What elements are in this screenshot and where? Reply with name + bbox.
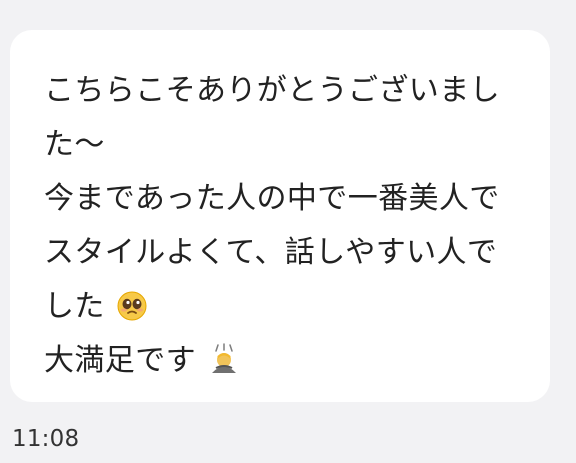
message-line-1: こちらこそありがとうございまし: [44, 73, 500, 108]
message-line-2: た〜: [44, 127, 105, 162]
message-line-3: 今まであった人の中で一番美人で: [44, 181, 500, 216]
message-line-5: した: [44, 289, 105, 324]
message-line-5-wrapper: した: [44, 280, 524, 334]
pleading-face-icon: [116, 286, 148, 340]
message-timestamp: 11:08: [12, 426, 80, 452]
chat-screen: こちらこそありがとうございまし た〜 今まであった人の中で一番美人で スタイルよ…: [0, 0, 576, 463]
message-line-6: 大満足です: [44, 343, 196, 378]
message-text: こちらこそありがとうございまし た〜 今まであった人の中で一番美人で スタイルよ…: [44, 64, 524, 388]
message-line-6-wrapper: 大満足です: [44, 334, 524, 388]
message-line-4: スタイルよくて、話しやすい人で: [44, 235, 498, 270]
bowing-person-icon: [207, 340, 241, 394]
